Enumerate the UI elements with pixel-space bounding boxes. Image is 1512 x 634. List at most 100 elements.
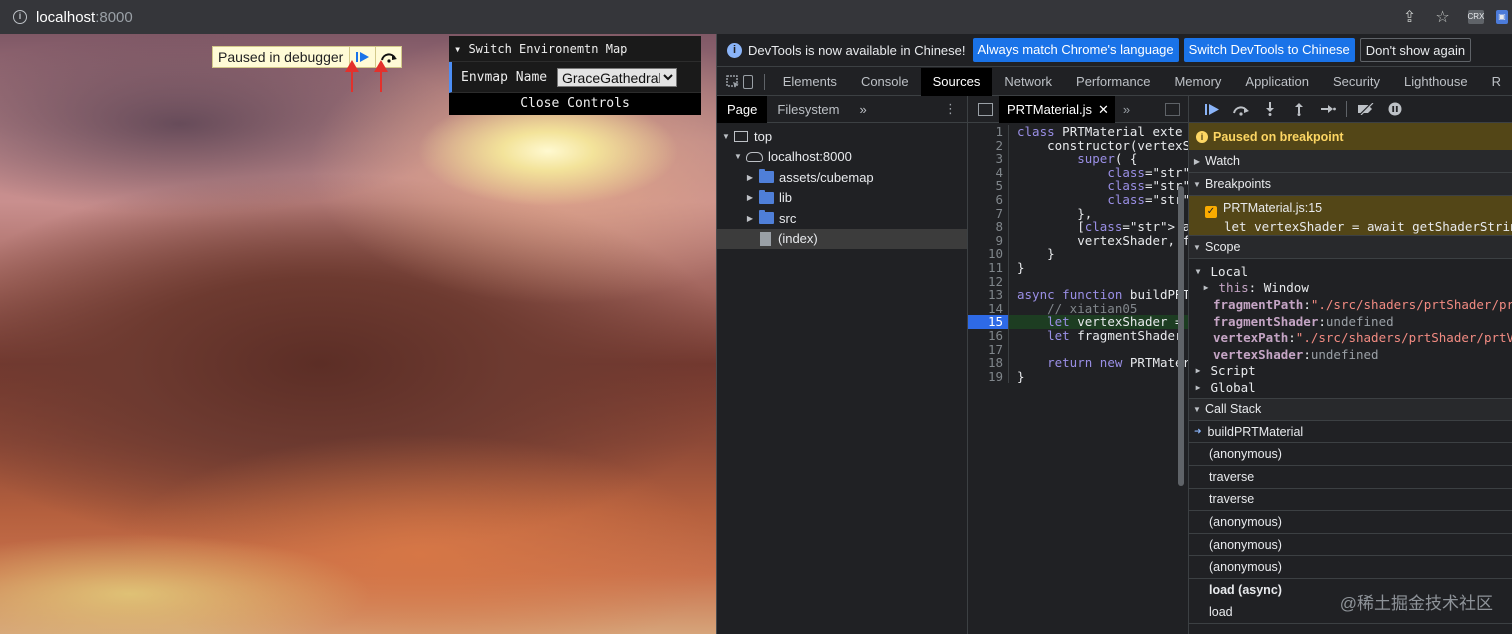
step-out-button[interactable] [1284,96,1313,123]
scope-global[interactable]: ▶ Global [1189,379,1512,396]
callstack-frame[interactable]: traverse [1189,489,1512,512]
match-language-button[interactable]: Always match Chrome's language [972,38,1179,62]
extension-icon-2[interactable]: ▣ [1492,0,1512,34]
code-line[interactable]: 17 [968,342,1188,357]
kebab-menu-icon[interactable]: ⋮ [944,101,957,117]
tree-item-origin[interactable]: ▼ localhost:8000 [717,147,967,168]
line-number[interactable]: 12 [968,274,1008,289]
tab-network[interactable]: Network [992,68,1064,96]
code-line[interactable]: 1 class PRTMaterial exte [968,125,1188,139]
editor-scrollbar[interactable] [1178,186,1184,486]
device-toolbar-icon[interactable] [741,68,757,96]
tab-filesystem[interactable]: Filesystem [767,96,849,123]
code-line[interactable]: 13 async function buildPRT [968,288,1188,302]
line-number[interactable]: 19 [968,370,1008,384]
tree-item-folder[interactable]: ▶ lib [717,188,967,209]
line-number[interactable]: 16 [968,329,1008,343]
callstack-frame[interactable]: (anonymous) [1189,534,1512,557]
callstack-frame[interactable]: (anonymous) [1189,443,1512,466]
code-line-breakpoint[interactable]: 15 let vertexShader = [968,315,1188,329]
close-controls-button[interactable]: Close Controls [449,93,701,115]
line-number[interactable]: 15 [968,315,1008,329]
tab-elements[interactable]: Elements [771,68,849,96]
extension-icon[interactable]: CRX [1459,0,1492,34]
code-line[interactable]: 10 } [968,247,1188,261]
tree-item-folder[interactable]: ▶ assets/cubemap [717,167,967,188]
tab-memory[interactable]: Memory [1162,68,1233,96]
bookmark-star-icon[interactable]: ☆ [1426,0,1459,34]
tab-r[interactable]: R [1480,68,1512,96]
tab-performance[interactable]: Performance [1064,68,1162,96]
code-line[interactable]: 5 class="str">'uPrecomput [968,179,1188,193]
step-button[interactable] [1313,96,1342,123]
resume-button[interactable] [1197,96,1226,123]
tab-console[interactable]: Console [849,68,921,96]
code-line[interactable]: 12 [968,274,1188,289]
scope-script[interactable]: ▶ Script [1189,363,1512,380]
code-line[interactable]: 11} [968,261,1188,275]
step-into-button[interactable] [1255,96,1284,123]
code-line[interactable]: 16 let fragmentShader [968,329,1188,343]
line-number[interactable]: 4 [968,166,1008,180]
callstack-frame[interactable]: traverse [1189,466,1512,489]
tab-sources[interactable]: Sources [920,67,993,96]
callstack-section-header[interactable]: ▼ Call Stack [1189,397,1512,421]
site-info-icon[interactable]: i [13,10,27,24]
scope-section-header[interactable]: ▼ Scope [1189,236,1512,259]
toggle-debugger-icon[interactable] [1165,102,1180,116]
envmap-select[interactable]: GraceGathedral [557,67,677,87]
tab-page[interactable]: Page [717,95,768,123]
line-number[interactable]: 18 [968,356,1008,370]
scope-variable[interactable]: fragmentPath: "./src/shaders/prtShader/p… [1189,296,1512,313]
more-tabs-icon[interactable]: » [850,96,877,123]
code-line[interactable]: 19} [968,370,1188,384]
tab-application[interactable]: Application [1233,68,1321,96]
tree-item-top[interactable]: ▼ top [717,126,967,147]
breakpoint-item[interactable]: ✓ PRTMaterial.js:15 let vertexShader = aw… [1189,196,1512,236]
line-number[interactable]: 5 [968,179,1008,193]
callstack-frame[interactable]: (anonymous) [1189,511,1512,534]
close-tab-icon[interactable]: ✕ [1098,102,1109,117]
line-number[interactable]: 8 [968,220,1008,234]
code-line[interactable]: 14 // xiatian05 [968,302,1188,316]
tree-item-folder[interactable]: ▶ src [717,208,967,229]
code-line[interactable]: 8 [class="str">'aPrecomputeLT [968,220,1188,234]
step-over-button[interactable] [1226,96,1255,123]
scope-variable[interactable]: vertexPath: "./src/shaders/prtShader/prt… [1189,329,1512,346]
inspect-element-icon[interactable] [725,68,741,96]
tree-item-file[interactable]: (index) [717,228,967,249]
panel-title[interactable]: ▾ Switch Environemtn Map [449,36,701,62]
line-number[interactable]: 10 [968,247,1008,261]
line-number[interactable]: 14 [968,302,1008,316]
scope-this[interactable]: ▶ this: Window [1189,280,1512,297]
line-number[interactable]: 13 [968,288,1008,302]
line-number[interactable]: 11 [968,261,1008,275]
code-line[interactable]: 9 vertexShader, f [968,234,1188,248]
breakpoint-checkbox[interactable]: ✓ [1205,206,1217,218]
tab-security[interactable]: Security [1321,68,1392,96]
code-lines[interactable]: 1 class PRTMaterial exte 2 constructor(ver… [968,123,1188,384]
scope-local[interactable]: ▼ Local [1189,263,1512,280]
line-number[interactable]: 2 [968,138,1008,153]
line-number[interactable]: 3 [968,152,1008,166]
switch-to-chinese-button[interactable]: Switch DevTools to Chinese [1183,38,1355,62]
code-line[interactable]: 4 class="str">'uPrecomput [968,166,1188,180]
scope-variable[interactable]: fragmentShader: undefined [1189,313,1512,330]
line-number[interactable]: 6 [968,193,1008,207]
code-line[interactable]: 7 }, [968,206,1188,221]
toggle-navigator-icon[interactable] [978,102,993,116]
code-line[interactable]: 3 super( { [968,152,1188,166]
line-number[interactable]: 1 [968,125,1008,139]
code-line[interactable]: 18 return new PRTMater [968,356,1188,370]
url-field[interactable]: localhost:8000 [36,9,133,26]
file-tab[interactable]: PRTMaterial.js ✕ [999,95,1115,123]
watch-section-header[interactable]: ▶ Watch [1189,150,1512,173]
share-icon[interactable]: ⇪ [1393,0,1426,34]
deactivate-breakpoints-button[interactable] [1351,96,1380,123]
line-number[interactable]: 9 [968,234,1008,248]
breakpoints-section-header[interactable]: ▼ Breakpoints [1189,173,1512,196]
callstack-frame[interactable]: ➜ buildPRTMaterial [1189,421,1512,444]
dont-show-again-button[interactable]: Don't show again [1359,38,1472,62]
line-number[interactable]: 17 [968,342,1008,357]
tab-lighthouse[interactable]: Lighthouse [1392,68,1480,96]
